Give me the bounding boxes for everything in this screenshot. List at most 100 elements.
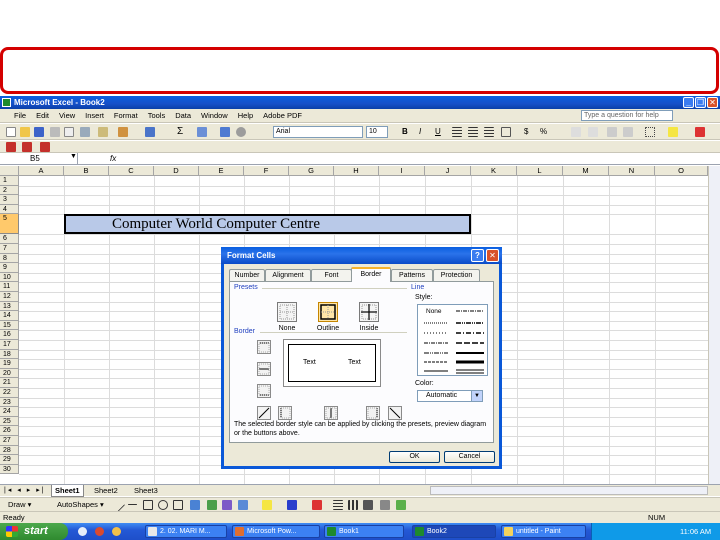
diagram-icon[interactable]	[207, 500, 217, 510]
autosum-icon[interactable]: Σ	[177, 126, 183, 137]
column-header[interactable]: F	[244, 166, 289, 176]
row-header[interactable]: 21	[0, 378, 19, 388]
fill-color-draw-icon[interactable]	[262, 500, 272, 510]
italic-button[interactable]: I	[419, 127, 421, 136]
row-header[interactable]: 27	[0, 436, 19, 446]
column-header[interactable]: E	[199, 166, 244, 176]
preset-inside-button[interactable]	[359, 302, 379, 322]
row-header[interactable]: 7	[0, 244, 19, 254]
convert-to-pdf-icon[interactable]	[6, 142, 16, 152]
border-diagonal-up-button[interactable]	[257, 406, 271, 420]
line-style-icon[interactable]	[333, 500, 343, 510]
underline-button[interactable]: U	[435, 127, 441, 136]
column-header[interactable]: K	[471, 166, 517, 176]
border-right-button[interactable]	[366, 406, 380, 420]
row-header[interactable]: 25	[0, 416, 19, 427]
column-header[interactable]: O	[655, 166, 708, 176]
column-header[interactable]: N	[609, 166, 655, 176]
menu-window[interactable]: Window	[196, 111, 233, 120]
column-header[interactable]: H	[334, 166, 379, 176]
menu-file[interactable]: File	[0, 111, 31, 120]
draw-menu-button[interactable]: Draw ▾	[8, 498, 31, 511]
borders-icon[interactable]	[645, 127, 655, 137]
column-header[interactable]: M	[563, 166, 609, 176]
rectangle-icon[interactable]	[143, 500, 153, 510]
font-name-select[interactable]: Arial	[273, 126, 363, 138]
convert-and-email-icon[interactable]	[22, 142, 32, 152]
tab-protection[interactable]: Protection	[433, 269, 480, 281]
help-search-input[interactable]: Type a question for help	[581, 110, 673, 121]
border-middle-horizontal-button[interactable]	[257, 362, 271, 376]
name-box[interactable]: B5	[2, 153, 78, 164]
oval-icon[interactable]	[158, 500, 168, 510]
align-center-icon[interactable]	[468, 127, 478, 137]
row-header[interactable]: 14	[0, 311, 19, 321]
autoshapes-menu-button[interactable]: AutoShapes ▾	[57, 498, 104, 511]
currency-button[interactable]: $	[524, 127, 528, 136]
row-header[interactable]: 3	[0, 195, 19, 205]
vertical-scrollbar[interactable]	[708, 166, 720, 484]
tab-sheet1[interactable]: Sheet1	[51, 485, 84, 497]
row-header[interactable]: 19	[0, 359, 19, 369]
minimize-button[interactable]: _	[683, 97, 694, 108]
open-icon[interactable]	[20, 127, 30, 137]
quick-launch-messenger-icon[interactable]	[112, 527, 121, 536]
quick-launch-browser-icon[interactable]	[78, 527, 87, 536]
undo-icon[interactable]	[145, 127, 155, 137]
taskbar-item[interactable]: untitled - Paint	[501, 525, 586, 538]
menu-insert[interactable]: Insert	[80, 111, 109, 120]
save-icon[interactable]	[34, 127, 44, 137]
column-header[interactable]: I	[379, 166, 425, 176]
increase-indent-icon[interactable]	[623, 127, 633, 137]
ok-button[interactable]: OK	[389, 451, 440, 463]
3d-style-icon[interactable]	[396, 500, 406, 510]
menu-help[interactable]: Help	[233, 111, 258, 120]
line-color-icon[interactable]	[287, 500, 297, 510]
border-diagonal-down-button[interactable]	[388, 406, 402, 420]
spelling-icon[interactable]	[98, 127, 108, 137]
tab-border[interactable]: Border	[351, 267, 391, 282]
shadow-style-icon[interactable]	[380, 500, 390, 510]
font-color-icon[interactable]	[695, 127, 705, 137]
row-header[interactable]: 8	[0, 253, 19, 264]
column-header[interactable]: D	[154, 166, 199, 176]
row-header[interactable]: 17	[0, 340, 19, 350]
row-header[interactable]: 10	[0, 272, 19, 283]
dash-style-icon[interactable]	[348, 500, 358, 510]
line-color-select[interactable]: Automatic ▼	[417, 390, 483, 402]
menu-view[interactable]: View	[54, 111, 80, 120]
column-header[interactable]: B	[64, 166, 109, 176]
border-middle-vertical-button[interactable]	[324, 406, 338, 420]
align-left-icon[interactable]	[452, 127, 462, 137]
start-button[interactable]: start	[0, 523, 68, 540]
row-header[interactable]: 1	[0, 176, 19, 186]
taskbar-item-active[interactable]: Book2	[412, 525, 496, 538]
preset-none-button[interactable]	[277, 302, 297, 322]
restore-button[interactable]: ❐	[695, 97, 706, 108]
percent-button[interactable]: %	[540, 127, 547, 136]
select-all-corner[interactable]	[0, 166, 19, 176]
tab-sheet2[interactable]: Sheet2	[91, 485, 121, 496]
decrease-indent-icon[interactable]	[607, 127, 617, 137]
excel-title-bar[interactable]: Microsoft Excel - Book2 _ ❐ ✕	[0, 96, 720, 109]
tab-patterns[interactable]: Patterns	[391, 269, 433, 281]
horizontal-scrollbar[interactable]	[430, 486, 708, 495]
print-preview-icon[interactable]	[80, 127, 90, 137]
menu-format[interactable]: Format	[109, 111, 143, 120]
border-bottom-button[interactable]	[257, 384, 271, 398]
row-header[interactable]: 15	[0, 320, 19, 331]
tab-number[interactable]: Number	[229, 269, 265, 281]
tab-sheet3[interactable]: Sheet3	[131, 485, 161, 496]
wordart-icon[interactable]	[190, 500, 200, 510]
chart-wizard-icon[interactable]	[220, 127, 230, 137]
arrow-icon[interactable]	[128, 504, 137, 505]
row-header[interactable]: 4	[0, 204, 19, 215]
row-header[interactable]: 22	[0, 388, 19, 398]
merge-center-icon[interactable]	[501, 127, 511, 137]
row-header[interactable]: 11	[0, 282, 19, 292]
cancel-button[interactable]: Cancel	[444, 451, 495, 463]
border-preview-diagram[interactable]: Text Text	[283, 339, 381, 387]
paste-icon[interactable]	[118, 127, 128, 137]
column-header[interactable]: A	[19, 166, 64, 176]
taskbar-item[interactable]: Book1	[324, 525, 404, 538]
